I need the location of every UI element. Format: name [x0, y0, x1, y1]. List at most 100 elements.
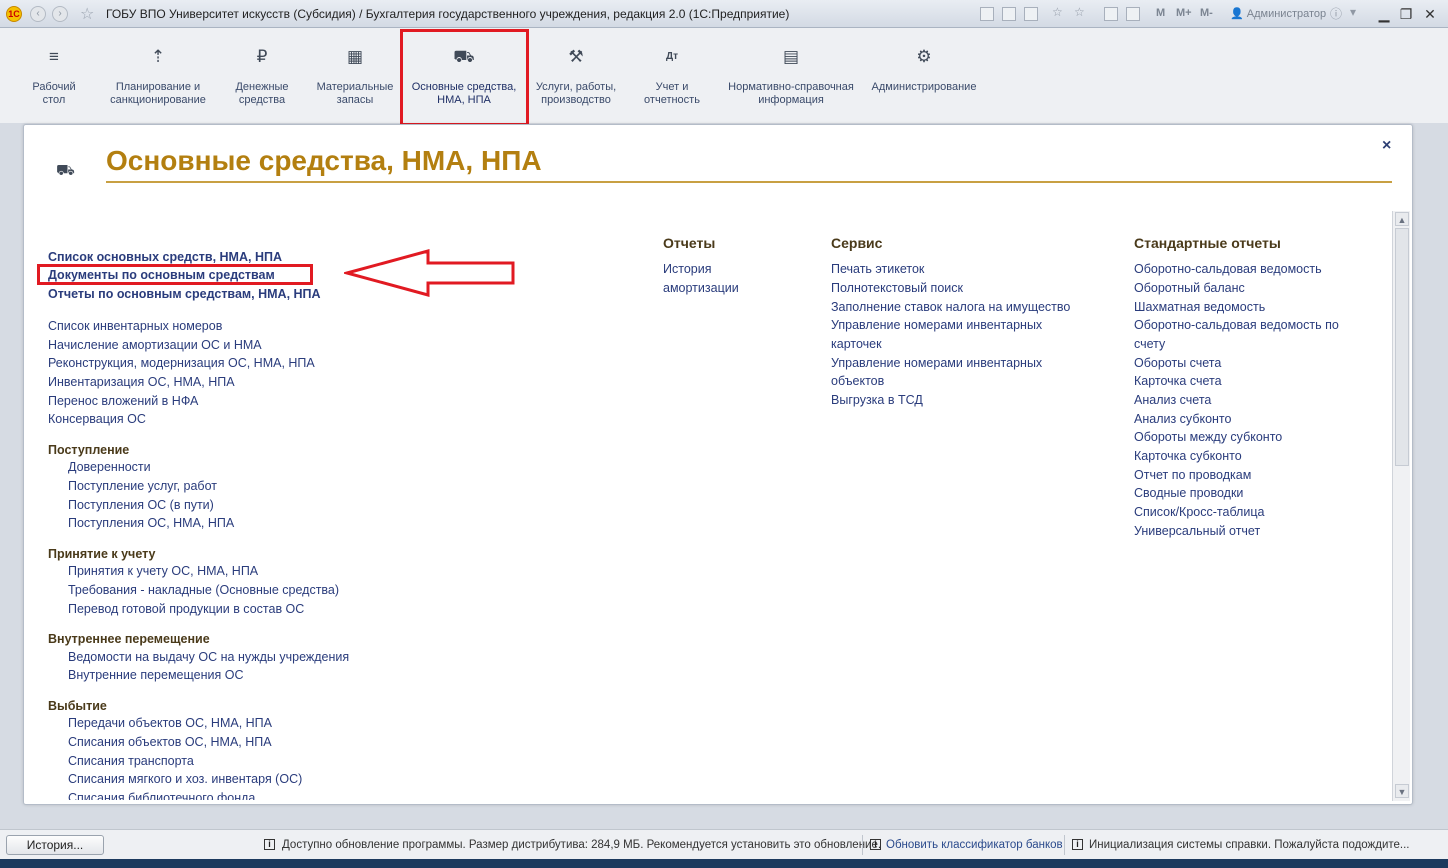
service-header: Сервис	[831, 235, 883, 251]
link-item[interactable]: Обороты между субконто	[1134, 430, 1282, 445]
link-item[interactable]: Обороты счета	[1134, 356, 1221, 371]
close-icon[interactable]: ×	[1382, 137, 1391, 155]
section-admin[interactable]: ⚙ Администрирование	[868, 48, 980, 94]
link-item[interactable]: Ведомости на выдачу ОС на нужды учрежден…	[68, 650, 349, 665]
link-item[interactable]: Поступления ОС, НМА, НПА	[68, 516, 234, 531]
section-materials[interactable]: ▦ Материальные запасы	[310, 48, 400, 107]
add-favorite-icon[interactable]: ☆	[1052, 5, 1063, 23]
scroll-thumb[interactable]	[1395, 228, 1409, 466]
link-fixed-assets-reports[interactable]: Отчеты по основным средствам, НМА, НПА	[48, 287, 321, 302]
link-item[interactable]: Карточка счета	[1134, 374, 1222, 389]
link-item[interactable]: Списания объектов ОС, НМА, НПА	[68, 735, 272, 750]
link-item[interactable]: Полнотекстовый поиск	[831, 281, 963, 296]
link-item[interactable]: Реконструкция, модернизация ОС, НМА, НПА	[48, 356, 315, 371]
save-icon[interactable]	[980, 7, 994, 21]
link-item[interactable]: Список инвентарных номеров	[48, 319, 222, 334]
info-icon[interactable]: ⓘ	[1330, 5, 1342, 23]
info-icon: i	[1072, 839, 1083, 850]
link-item[interactable]: счету	[1134, 337, 1165, 352]
section-label: Материальные	[316, 81, 394, 93]
link-highlight-box	[37, 264, 313, 285]
link-item[interactable]: Доверенности	[68, 460, 151, 475]
update-banks-link[interactable]: Обновить классификатор банков	[886, 839, 1063, 851]
section-desktop[interactable]: ≡ Рабочий стол	[18, 48, 90, 107]
link-item[interactable]: Список/Кросс-таблица	[1134, 505, 1264, 520]
link-item[interactable]: История	[663, 262, 711, 277]
link-item[interactable]: Инвентаризация ОС, НМА, НПА	[48, 375, 235, 390]
print-icon[interactable]	[1002, 7, 1016, 21]
section-services[interactable]: ⚒ Услуги, работы, производство	[530, 48, 622, 107]
link-item[interactable]: Шахматная ведомость	[1134, 300, 1265, 315]
link-item[interactable]: Универсальный отчет	[1134, 524, 1260, 539]
link-item[interactable]: Списания мягкого и хоз. инвентаря (ОС)	[68, 772, 302, 787]
group-header: Поступление	[48, 443, 130, 457]
link-item[interactable]: Сводные проводки	[1134, 486, 1243, 501]
update-available-message[interactable]: Доступно обновление программы. Размер ди…	[282, 839, 881, 851]
scroll-down-icon[interactable]: ▼	[1395, 784, 1409, 798]
link-item[interactable]: Перенос вложений в НФА	[48, 394, 198, 409]
windows-taskbar	[0, 859, 1448, 868]
link-item[interactable]: объектов	[831, 374, 884, 389]
link-item[interactable]: Анализ счета	[1134, 393, 1211, 408]
annotation-arrow-icon	[344, 249, 515, 297]
link-item[interactable]: Управление номерами инвентарных	[831, 356, 1042, 371]
m-button[interactable]: M	[1156, 7, 1165, 25]
minimize-icon[interactable]: ▁	[1374, 5, 1394, 23]
favorites-list-icon[interactable]: ☆	[1074, 5, 1085, 23]
section-highlight-box	[400, 29, 529, 126]
truck-icon: ⛟	[56, 162, 75, 179]
section-accounting[interactable]: Дт Учет и отчетность	[634, 48, 710, 107]
forward-nav-icon[interactable]: ›	[52, 6, 68, 22]
back-nav-icon[interactable]: ‹	[30, 6, 46, 22]
link-item[interactable]: Карточка субконто	[1134, 449, 1242, 464]
link-item[interactable]: Требования - накладные (Основные средств…	[68, 583, 339, 598]
1c-logo-icon[interactable]: 1С	[6, 6, 22, 22]
vertical-scrollbar[interactable]: ▲ ▼	[1392, 211, 1410, 801]
section-reference[interactable]: ▤ Нормативно-справочная информация	[720, 48, 862, 107]
link-item[interactable]: Перевод готовой продукции в состав ОС	[68, 602, 304, 617]
reports-header: Отчеты	[663, 235, 716, 251]
link-item[interactable]: Оборотный баланс	[1134, 281, 1245, 296]
link-item[interactable]: Оборотно-сальдовая ведомость	[1134, 262, 1322, 277]
calculator-icon[interactable]	[1126, 7, 1140, 21]
grid-icon: ▦	[346, 47, 364, 66]
link-item[interactable]: Печать этикеток	[831, 262, 924, 277]
link-item[interactable]: Начисление амортизации ОС и НМА	[48, 338, 262, 353]
favorites-star-icon[interactable]: ☆	[80, 4, 94, 24]
link-item[interactable]: карточек	[831, 337, 882, 352]
link-item[interactable]: Выгрузка в ТСД	[831, 393, 923, 408]
section-money[interactable]: ₽ Денежные средства	[224, 48, 300, 107]
m-minus-button[interactable]: M-	[1200, 7, 1213, 25]
section-label: производство	[541, 94, 611, 106]
gear-icon: ⚙	[916, 47, 932, 66]
scroll-up-icon[interactable]: ▲	[1395, 212, 1409, 226]
close-window-icon[interactable]: ✕	[1420, 5, 1440, 23]
standard-reports-header: Стандартные отчеты	[1134, 235, 1281, 251]
link-item[interactable]: Анализ субконто	[1134, 412, 1231, 427]
preview-icon[interactable]	[1024, 7, 1038, 21]
calendar-icon[interactable]	[1104, 7, 1118, 21]
section-planning[interactable]: ⇡ Планирование и санкционирование	[100, 48, 216, 107]
link-item[interactable]: Консервация ОС	[48, 412, 146, 427]
link-item[interactable]: Списания транспорта	[68, 754, 194, 769]
restore-icon[interactable]: ❐	[1396, 5, 1416, 23]
menu-chevron-icon[interactable]: ▾	[1350, 5, 1356, 23]
link-item[interactable]: Поступление услуг, работ	[68, 479, 217, 494]
link-item[interactable]: Поступления ОС (в пути)	[68, 498, 214, 513]
section-label: Услуги, работы,	[535, 81, 617, 93]
link-item[interactable]: Заполнение ставок налога на имущество	[831, 300, 1070, 315]
link-item[interactable]: Передачи объектов ОС, НМА, НПА	[68, 716, 272, 731]
history-button[interactable]: История...	[6, 835, 104, 855]
link-item[interactable]: Списания библиотечного фонда	[68, 791, 255, 800]
link-item[interactable]: Управление номерами инвентарных	[831, 318, 1042, 333]
link-item[interactable]: Отчет по проводкам	[1134, 468, 1251, 483]
link-item[interactable]: Внутренние перемещения ОС	[68, 668, 243, 683]
user-name[interactable]: 👤 Администратор	[1230, 7, 1326, 20]
debit-credit-icon: Дт	[665, 51, 679, 62]
link-item[interactable]: Оборотно-сальдовая ведомость по	[1134, 318, 1339, 333]
link-item[interactable]: амортизации	[663, 281, 739, 296]
link-item[interactable]: Принятия к учету ОС, НМА, НПА	[68, 564, 258, 579]
title-underline	[106, 181, 1392, 183]
link-fixed-assets-list[interactable]: Список основных средств, НМА, НПА	[48, 250, 282, 265]
m-plus-button[interactable]: M+	[1176, 7, 1192, 25]
